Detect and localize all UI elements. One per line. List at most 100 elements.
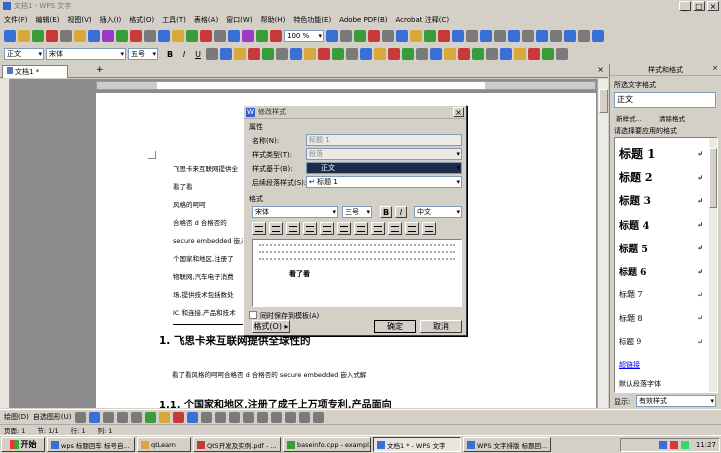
drawing-tool-icon[interactable] bbox=[117, 411, 129, 423]
menu-item[interactable]: 插入(I) bbox=[100, 15, 122, 25]
drawing-tool-icon[interactable] bbox=[215, 411, 227, 423]
taskbar-item[interactable]: 文档1 * - WPS 文字 bbox=[373, 437, 461, 452]
dialog-font-select[interactable]: 宋体 bbox=[252, 206, 338, 218]
toolbar-icon[interactable] bbox=[242, 30, 254, 42]
menu-item[interactable]: 工具(T) bbox=[162, 15, 186, 25]
format-toolbar-icon[interactable] bbox=[276, 48, 288, 60]
style-select[interactable]: 正文 bbox=[4, 48, 44, 60]
toolbar-icon[interactable] bbox=[228, 30, 240, 42]
format-toolbar-icon[interactable] bbox=[318, 48, 330, 60]
new-style-button[interactable]: 新样式... bbox=[614, 112, 644, 123]
toolbar-icon[interactable] bbox=[438, 30, 450, 42]
drawing-tool-icon[interactable] bbox=[145, 411, 157, 423]
size-select[interactable]: 五号 bbox=[128, 48, 158, 60]
toolbar-icon[interactable] bbox=[592, 30, 604, 42]
tray-icon[interactable] bbox=[658, 441, 667, 449]
bold-icon[interactable]: B bbox=[164, 48, 176, 60]
toolbar-icon[interactable] bbox=[354, 30, 366, 42]
drawing-tool-icon[interactable] bbox=[75, 411, 87, 423]
toolbar-icon[interactable] bbox=[46, 30, 58, 42]
format-toolbar-icon[interactable] bbox=[332, 48, 344, 60]
menu-item[interactable]: Acrobat 注释(C) bbox=[395, 15, 449, 25]
tab-document1[interactable]: 文档1 * bbox=[2, 65, 68, 78]
paragraph-format-button[interactable] bbox=[337, 222, 351, 235]
format-toolbar-icon[interactable] bbox=[234, 48, 246, 60]
bold-button[interactable]: B bbox=[380, 206, 392, 218]
toolbar-icon[interactable] bbox=[396, 30, 408, 42]
toolbar-icon[interactable] bbox=[214, 30, 226, 42]
close-tab-icon[interactable]: × bbox=[597, 65, 604, 74]
toolbar-icon[interactable] bbox=[536, 30, 548, 42]
paragraph-format-button[interactable] bbox=[252, 222, 266, 235]
taskbar-item[interactable]: wps 标题回车 标号自... bbox=[47, 437, 135, 452]
new-tab-icon[interactable]: + bbox=[96, 65, 104, 75]
toolbar-icon[interactable] bbox=[368, 30, 380, 42]
tray-icon[interactable] bbox=[680, 441, 689, 449]
toolbar-icon[interactable] bbox=[382, 30, 394, 42]
drawing-tool-icon[interactable] bbox=[187, 411, 199, 423]
toolbar-icon[interactable] bbox=[158, 30, 170, 42]
format-toolbar-icon[interactable] bbox=[556, 48, 568, 60]
paragraph-format-button[interactable] bbox=[371, 222, 385, 235]
format-toolbar-icon[interactable] bbox=[346, 48, 358, 60]
format-toolbar-icon[interactable] bbox=[402, 48, 414, 60]
drawing-tool-icon[interactable] bbox=[173, 411, 185, 423]
font-select[interactable]: 宋体 bbox=[46, 48, 126, 60]
taskbar-item[interactable]: Qt5开发及实例.pdf - ... bbox=[193, 437, 281, 452]
style-list-item[interactable]: 标题 2 ↵ bbox=[619, 166, 703, 190]
format-toolbar-icon[interactable] bbox=[458, 48, 470, 60]
taskbar-item[interactable]: baseinfo.cpp - exampl... bbox=[283, 437, 371, 452]
style-list-scroll-thumb[interactable] bbox=[709, 148, 717, 208]
style-list-item[interactable]: 标题 3 ↵ bbox=[619, 189, 703, 213]
toolbar-icon[interactable] bbox=[130, 30, 142, 42]
toolbar-icon[interactable] bbox=[424, 30, 436, 42]
name-field[interactable]: 标题 1 bbox=[306, 134, 462, 146]
format-toolbar-icon[interactable] bbox=[486, 48, 498, 60]
toolbar-icon[interactable] bbox=[508, 30, 520, 42]
toolbar-icon[interactable] bbox=[326, 30, 338, 42]
style-default-font[interactable]: 默认段落字体 bbox=[619, 376, 703, 392]
maximize-button[interactable]: □ bbox=[693, 1, 705, 11]
format-toolbar-icon[interactable] bbox=[430, 48, 442, 60]
horizontal-ruler[interactable] bbox=[96, 81, 596, 90]
toolbar-icon[interactable] bbox=[564, 30, 576, 42]
toolbar-icon[interactable] bbox=[256, 30, 268, 42]
drawing-tool-icon[interactable] bbox=[103, 411, 115, 423]
style-hyperlink[interactable]: 超链接 bbox=[619, 354, 703, 376]
toolbar-icon[interactable] bbox=[494, 30, 506, 42]
toolbar-icon[interactable] bbox=[340, 30, 352, 42]
format-toolbar-icon[interactable] bbox=[374, 48, 386, 60]
toolbar-icon[interactable] bbox=[410, 30, 422, 42]
toolbar-icon[interactable] bbox=[18, 30, 30, 42]
drawing-tool-icon[interactable] bbox=[285, 411, 297, 423]
next-style-select[interactable]: ↵ 标题 1 bbox=[306, 176, 462, 188]
menu-item[interactable]: 编辑(E) bbox=[36, 15, 60, 25]
menu-item[interactable]: 视图(V) bbox=[67, 15, 91, 25]
toolbar-icon[interactable] bbox=[116, 30, 128, 42]
style-list-item[interactable]: 标题 4 ↵ bbox=[619, 213, 703, 237]
toolbar-icon[interactable] bbox=[144, 30, 156, 42]
toolbar-icon[interactable] bbox=[74, 30, 86, 42]
drawing-tool-icon[interactable] bbox=[271, 411, 283, 423]
close-button[interactable]: × bbox=[707, 1, 719, 11]
format-toolbar-icon[interactable] bbox=[416, 48, 428, 60]
format-toolbar-icon[interactable] bbox=[542, 48, 554, 60]
toolbar-icon[interactable] bbox=[102, 30, 114, 42]
toolbar-icon[interactable] bbox=[550, 30, 562, 42]
drawing-tool-icon[interactable] bbox=[159, 411, 171, 423]
drawing-tool-icon[interactable] bbox=[131, 411, 143, 423]
style-list-item[interactable]: 标题 8 ↵ bbox=[619, 307, 703, 331]
tray-icon[interactable] bbox=[669, 441, 678, 449]
autoshape-button[interactable]: 自选图形(U) bbox=[33, 412, 72, 422]
drawing-tool-icon[interactable] bbox=[243, 411, 255, 423]
style-list-item[interactable]: 标题 6 ↵ bbox=[619, 260, 703, 284]
toolbar-icon[interactable] bbox=[578, 30, 590, 42]
style-list-item[interactable]: 标题 9 ↵ bbox=[619, 330, 703, 354]
minimize-button[interactable]: _ bbox=[679, 1, 691, 11]
paragraph-format-button[interactable] bbox=[303, 222, 317, 235]
scroll-thumb[interactable] bbox=[599, 89, 608, 113]
selected-format-field[interactable]: 正文 bbox=[614, 92, 716, 108]
format-toolbar-icon[interactable] bbox=[360, 48, 372, 60]
toolbar-icon[interactable] bbox=[200, 30, 212, 42]
toolbar-icon[interactable] bbox=[186, 30, 198, 42]
